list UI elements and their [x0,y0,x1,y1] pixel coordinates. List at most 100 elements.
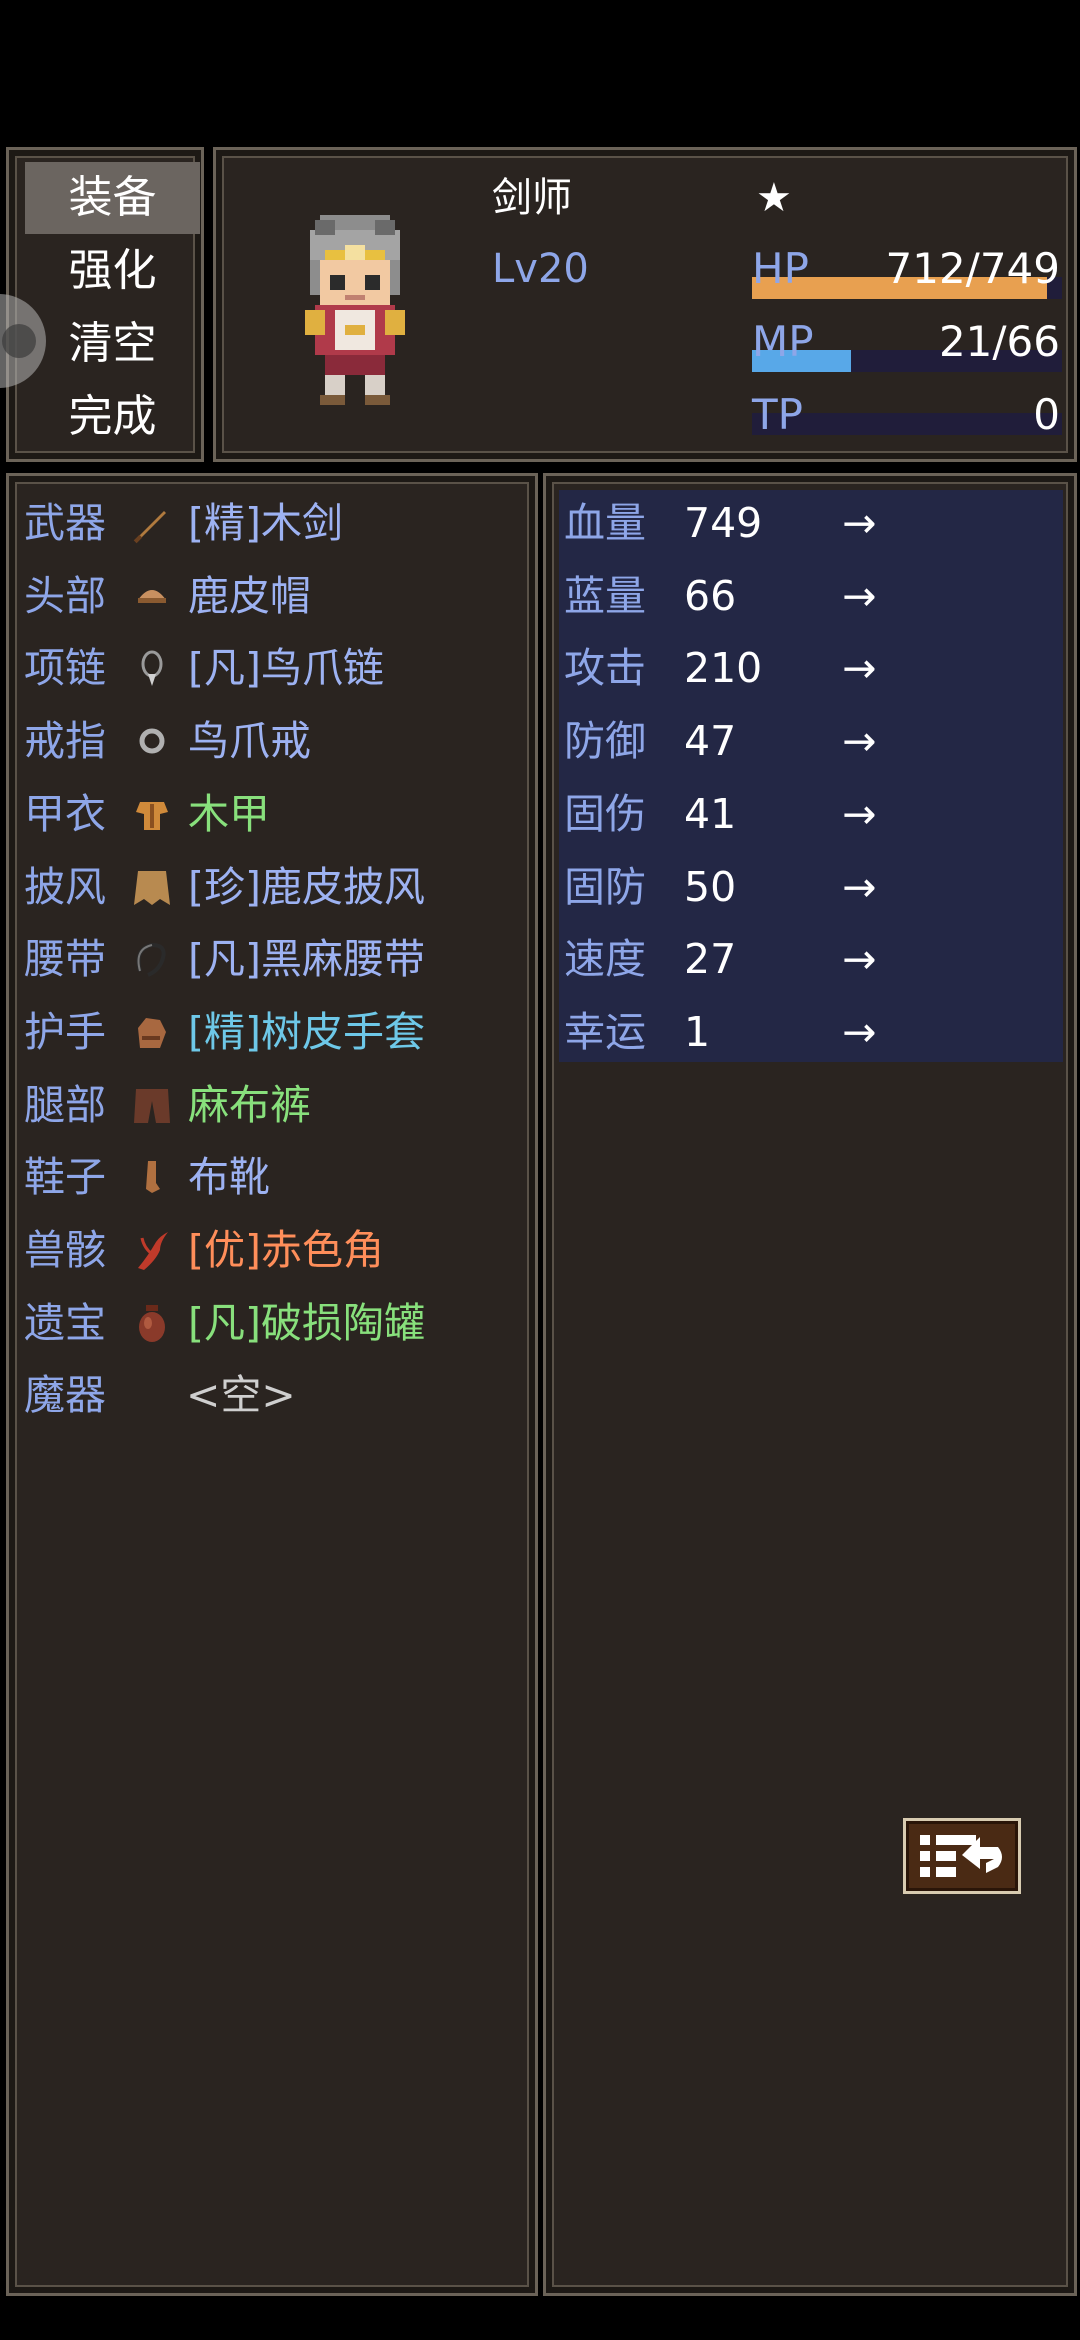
parameter-value: 1 [684,1007,711,1056]
hero-portrait-sprite [305,215,405,405]
equipment-slot-row[interactable]: 项链 [凡]鸟爪链 [24,632,524,704]
parameter-row: 固防 50 → [564,851,1044,923]
item-name: [精]木剑 [188,499,343,547]
cape-icon [130,865,174,909]
menu-equip-button[interactable]: 装备 [25,162,200,234]
clay-pot-icon [130,1301,174,1345]
claw-necklace-icon [130,646,174,690]
page-switch-button[interactable] [903,1818,1021,1894]
parameter-row: 固伤 41 → [564,778,1044,850]
assistant-dots-icon [2,324,36,358]
change-arrow-icon: → [842,935,877,984]
parameter-label: 防御 [564,717,646,766]
equipment-slot-row[interactable]: 腿部 麻布裤 [24,1069,524,1141]
parameter-label: 幸运 [564,1007,646,1056]
boots-icon [130,1155,174,1199]
page-switch-icon [920,1835,1002,1877]
slot-label: 披风 [24,862,106,911]
hp-value: 712/749 [885,244,1060,293]
slot-label: 魔器 [24,1371,106,1420]
red-horn-icon [130,1228,174,1272]
parameter-label: 蓝量 [564,571,646,620]
class-name: 剑师 [492,175,572,221]
item-name: 鹿皮帽 [188,571,311,620]
slot-label: 戒指 [24,717,106,766]
item-name: 鸟爪戒 [188,717,311,766]
mp-value: 21/66 [938,317,1060,366]
parameter-value: 210 [684,644,763,693]
belt-icon [130,937,174,981]
item-name: [优]赤色角 [188,1226,384,1274]
wooden-sword-icon [130,501,174,545]
equipment-slot-row[interactable]: 腰带 [凡]黑麻腰带 [24,923,524,995]
parameter-value: 41 [684,789,737,838]
parameter-value: 27 [684,935,737,984]
equipment-slot-row[interactable]: 头部 鹿皮帽 [24,560,524,632]
equipment-slot-row[interactable]: 护手 [精]树皮手套 [24,996,524,1068]
change-arrow-icon: → [842,1007,877,1056]
equipment-slot-row[interactable]: 鞋子 布靴 [24,1141,524,1213]
slot-label: 腰带 [24,935,106,984]
menu-clear-button[interactable]: 清空 [25,308,200,380]
slot-label: 武器 [24,499,106,547]
item-name: 木甲 [188,789,270,838]
item-name: <空> [186,1371,296,1420]
item-name: 布靴 [188,1153,270,1202]
slot-label: 腿部 [24,1080,106,1129]
parameter-row: 速度 27 → [564,923,1044,995]
slot-label: 鞋子 [24,1153,106,1202]
parameter-label: 固伤 [564,789,646,838]
leather-cap-icon [130,574,174,618]
change-arrow-icon: → [842,499,877,547]
item-name: [凡]黑麻腰带 [188,935,425,984]
gloves-icon [130,1010,174,1054]
slot-label: 护手 [24,1007,106,1056]
slot-label: 遗宝 [24,1298,106,1347]
parameter-row: 蓝量 66 → [564,560,1044,632]
parameter-row: 防御 47 → [564,705,1044,777]
parameter-value: 50 [684,862,737,911]
slot-label: 头部 [24,571,106,620]
parameter-label: 固防 [564,862,646,911]
slot-label: 项链 [24,644,106,693]
tp-value: 0 [1033,390,1060,439]
tp-label: TP [752,390,803,439]
command-menu-window: 装备 强化 清空 完成 [6,147,204,462]
menu-enhance-button[interactable]: 强化 [25,235,200,307]
equipment-slot-row[interactable]: 披风 [珍]鹿皮披风 [24,851,524,923]
pants-icon [130,1083,174,1127]
level-label: Lv20 [492,246,589,292]
equipment-slot-row[interactable]: 魔器 <空> [24,1359,524,1431]
equipment-slot-row[interactable]: 甲衣 木甲 [24,778,524,850]
item-name: [凡]破损陶罐 [188,1298,425,1347]
change-arrow-icon: → [842,644,877,693]
armor-icon [130,792,174,836]
equipment-slot-row[interactable]: 戒指 鸟爪戒 [24,705,524,777]
menu-done-button[interactable]: 完成 [25,381,200,453]
parameter-label: 攻击 [564,644,646,693]
parameter-value: 66 [684,571,737,620]
change-arrow-icon: → [842,717,877,766]
change-arrow-icon: → [842,571,877,620]
parameter-label: 血量 [564,499,646,547]
parameter-value: 749 [684,499,763,547]
item-name: [凡]鸟爪链 [188,644,384,693]
ring-icon [130,719,174,763]
parameter-row: 攻击 210 → [564,632,1044,704]
change-arrow-icon: → [842,789,877,838]
equipment-slot-row[interactable]: 兽骸 [优]赤色角 [24,1214,524,1286]
mp-label: MP [752,317,814,366]
hp-label: HP [752,244,809,293]
item-name: [珍]鹿皮披风 [188,862,425,911]
parameter-row: 血量 749 → [564,487,1044,559]
slot-label: 兽骸 [24,1226,106,1274]
slot-label: 甲衣 [24,789,106,838]
item-name: [精]树皮手套 [188,1007,425,1056]
item-name: 麻布裤 [188,1080,311,1129]
change-arrow-icon: → [842,862,877,911]
parameter-label: 速度 [564,935,646,984]
parameter-value: 47 [684,717,737,766]
equipment-slot-row[interactable]: 遗宝 [凡]破损陶罐 [24,1287,524,1359]
equipment-slot-row[interactable]: 武器 [精]木剑 [24,487,524,559]
parameter-row: 幸运 1 → [564,996,1044,1068]
